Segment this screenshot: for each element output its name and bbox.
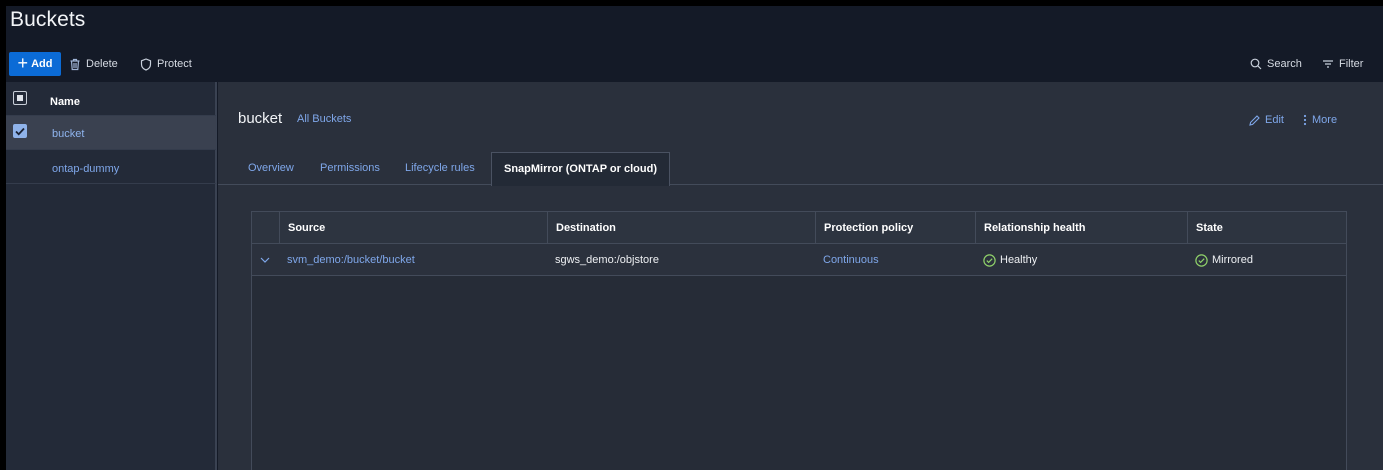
more-button[interactable]: More: [1303, 114, 1337, 126]
add-button-label: Add: [31, 58, 53, 70]
list-header: Name: [6, 82, 216, 116]
table-header: Source Destination Protection policy Rel…: [252, 212, 1346, 244]
page-title: Buckets: [10, 8, 86, 31]
detail-title: bucket: [238, 110, 283, 127]
list-item[interactable]: ontap-dummy: [6, 150, 216, 184]
source-cell[interactable]: svm_demo:/bucket/bucket: [279, 244, 415, 276]
expand-column-header: [252, 212, 279, 244]
check-icon: [15, 127, 25, 135]
bucket-list: Name bucket ontap-dummy: [6, 82, 217, 470]
tab-snapmirror[interactable]: SnapMirror (ONTAP or cloud): [491, 152, 670, 186]
tab-permissions[interactable]: Permissions: [320, 162, 380, 174]
tab-overview[interactable]: Overview: [248, 162, 294, 174]
detail-panel: bucket All Buckets Edit More Overview Pe…: [218, 82, 1383, 470]
edit-button-label: Edit: [1265, 114, 1284, 126]
list-item-label[interactable]: ontap-dummy: [52, 163, 119, 175]
protect-button-label: Protect: [157, 58, 192, 70]
check-circle-icon: [983, 253, 996, 267]
select-all-checkbox[interactable]: [13, 91, 27, 105]
protection-policy-cell[interactable]: Continuous: [815, 244, 879, 276]
row-checkbox[interactable]: [13, 124, 27, 138]
list-item[interactable]: bucket: [6, 116, 216, 150]
relationship-health-label: Healthy: [1000, 254, 1038, 266]
list-header-label: Name: [50, 96, 80, 108]
app-window: Buckets + Add Delete Protect Search Filt…: [6, 6, 1383, 470]
search-icon: [1250, 58, 1262, 70]
state-cell: Mirrored: [1187, 244, 1253, 276]
chevron-down-icon: [260, 257, 270, 263]
list-item-label[interactable]: bucket: [52, 128, 84, 140]
edit-button[interactable]: Edit: [1249, 114, 1284, 126]
more-vertical-icon: [1303, 114, 1307, 126]
table-row[interactable]: svm_demo:/bucket/bucket sgws_demo:/objst…: [252, 244, 1346, 276]
shield-icon: [140, 57, 152, 71]
relationship-health-cell: Healthy: [975, 244, 1037, 276]
delete-button[interactable]: Delete: [69, 52, 118, 76]
check-circle-icon: [1195, 253, 1208, 267]
plus-icon: +: [17, 53, 29, 73]
filter-button-label: Filter: [1339, 58, 1364, 70]
column-header-relationship-health[interactable]: Relationship health: [975, 212, 1187, 244]
column-header-state[interactable]: State: [1187, 212, 1348, 244]
expand-row-button[interactable]: [260, 244, 270, 276]
column-header-source[interactable]: Source: [279, 212, 547, 244]
protect-button[interactable]: Protect: [140, 52, 192, 76]
destination-cell: sgws_demo:/objstore: [555, 254, 659, 266]
toolbar: + Add Delete Protect Search Filter: [6, 52, 1383, 78]
search-button[interactable]: Search: [1250, 52, 1302, 76]
snapmirror-table: Source Destination Protection policy Rel…: [251, 211, 1347, 470]
filter-button[interactable]: Filter: [1322, 52, 1363, 76]
column-header-protection-policy[interactable]: Protection policy: [815, 212, 975, 244]
delete-button-label: Delete: [86, 58, 118, 70]
all-buckets-link[interactable]: All Buckets: [297, 113, 351, 125]
pencil-icon: [1249, 114, 1260, 126]
state-label: Mirrored: [1212, 254, 1253, 266]
more-button-label: More: [1312, 114, 1338, 126]
tab-lifecycle-rules[interactable]: Lifecycle rules: [405, 162, 475, 174]
search-button-label: Search: [1267, 58, 1302, 70]
tab-bar: Overview Permissions Lifecycle rules Sna…: [218, 152, 1383, 186]
column-header-destination[interactable]: Destination: [547, 212, 815, 244]
trash-icon: [69, 58, 81, 71]
filter-icon: [1322, 59, 1334, 69]
add-button[interactable]: + Add: [9, 52, 61, 76]
